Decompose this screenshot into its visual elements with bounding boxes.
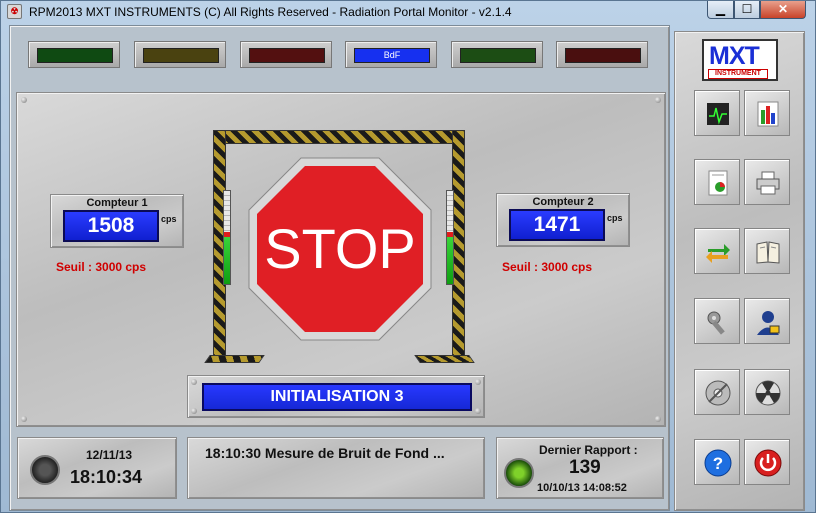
close-button[interactable]: ✕ <box>760 1 806 19</box>
message-text: 18:10:30 Mesure de Bruit de Fond ... <box>205 445 445 461</box>
stop-text: STOP <box>264 217 415 280</box>
logo-line-2: INSTRUMENT <box>708 69 768 79</box>
minimize-button[interactable]: ▁ <box>707 1 734 19</box>
screw <box>655 416 661 422</box>
book-icon <box>756 241 780 264</box>
indicator-lamp-5 <box>460 48 536 63</box>
counter-1-threshold: Seuil : 3000 cps <box>56 260 147 274</box>
report-panel: Dernier Rapport : 139 10/10/13 14:08:52 <box>496 437 664 499</box>
clock-time: 18:10:34 <box>70 467 143 487</box>
title-bar: ☢ RPM2013 MXT INSTRUMENTS (C) All Rights… <box>1 1 816 23</box>
clock-date: 12/11/13 <box>86 448 133 462</box>
indicator-lamp-2 <box>143 48 219 63</box>
radiation-source-icon <box>755 380 781 406</box>
pie-report-button[interactable] <box>694 159 740 205</box>
clock-panel: 12/11/13 18:10:34 <box>17 437 177 499</box>
counter-2-unit: cps <box>607 213 623 223</box>
pie-report-icon <box>708 170 728 196</box>
counter-2-title: Compteur 2 <box>532 196 594 208</box>
svg-text:?: ? <box>713 454 723 473</box>
radiation-icon[interactable] <box>504 458 534 488</box>
report-datetime: 10/10/13 14:08:52 <box>537 482 627 494</box>
printer-icon <box>756 171 780 195</box>
counter-1-title: Compteur 1 <box>86 197 148 209</box>
help-button[interactable]: ? <box>694 439 740 485</box>
portal-left-foot <box>204 355 265 363</box>
settings-tools-icon <box>707 311 725 335</box>
screw <box>475 379 481 385</box>
power-icon <box>754 449 782 477</box>
right-level-bar <box>446 190 454 285</box>
left-level-bar <box>223 190 231 285</box>
report-title: Dernier Rapport : <box>539 443 638 457</box>
sync-arrows-icon <box>706 244 730 263</box>
right-level-fill <box>447 237 453 284</box>
app-icon[interactable]: ☢ <box>7 4 22 19</box>
counter-2-value: 1471 <box>509 209 605 241</box>
message-panel: 18:10:30 Mesure de Bruit de Fond ... <box>187 437 485 499</box>
help-icon: ? <box>704 449 732 477</box>
maximize-button[interactable]: ☐ <box>734 1 760 19</box>
indicator-1 <box>28 41 120 68</box>
operator-user-icon <box>757 311 780 335</box>
stop-sign-icon: STOP <box>248 157 432 341</box>
report-count: 139 <box>569 457 601 478</box>
status-plate: INITIALISATION 3 <box>187 375 485 418</box>
left-level-marker <box>224 232 230 237</box>
radiation-source-button[interactable] <box>744 369 790 415</box>
settings-button[interactable] <box>694 298 740 344</box>
print-button[interactable] <box>744 159 790 205</box>
indicator-lamp-3 <box>249 48 325 63</box>
counter-2-threshold: Seuil : 3000 cps <box>502 260 593 274</box>
indicator-bdf: BdF <box>345 41 437 68</box>
logo-line-1: MXT <box>709 42 760 70</box>
status-display: INITIALISATION 3 <box>202 383 472 411</box>
monitor-icon <box>707 103 729 125</box>
sync-button[interactable] <box>694 228 740 274</box>
window-title: RPM2013 MXT INSTRUMENTS (C) All Rights R… <box>29 5 512 19</box>
monitor-button[interactable] <box>694 90 740 136</box>
indicator-lamp-6 <box>565 48 641 63</box>
right-level-marker <box>447 232 453 237</box>
operator-button[interactable] <box>744 298 790 344</box>
counter-1-value: 1508 <box>63 210 159 242</box>
manual-button[interactable] <box>744 228 790 274</box>
power-button[interactable] <box>744 439 790 485</box>
screw <box>21 416 27 422</box>
disc-no-icon <box>705 380 731 406</box>
indicator-lamp-bdf: BdF <box>354 48 430 63</box>
screw <box>655 97 661 103</box>
bar-chart-button[interactable] <box>744 90 790 136</box>
app-window: ☢ RPM2013 MXT INSTRUMENTS (C) All Rights… <box>0 0 816 513</box>
disc-button[interactable] <box>694 369 740 415</box>
screw <box>191 408 197 414</box>
status-dial-icon <box>30 455 60 485</box>
counter-2-panel: Compteur 2 1471 cps <box>496 193 630 247</box>
screw <box>191 379 197 385</box>
screw <box>475 408 481 414</box>
left-level-fill <box>224 237 230 284</box>
indicator-2 <box>134 41 226 68</box>
indicator-lamp-1 <box>37 48 113 63</box>
screw <box>21 97 27 103</box>
counter-1-panel: Compteur 1 1508 cps <box>50 194 184 248</box>
indicator-3 <box>240 41 332 68</box>
counter-1-unit: cps <box>161 214 177 224</box>
bar-chart-icon <box>757 101 779 127</box>
indicator-6 <box>556 41 648 68</box>
portal-top-beam <box>213 130 465 144</box>
indicator-5 <box>451 41 543 68</box>
portal-right-foot <box>414 355 475 363</box>
mxt-logo: MXT INSTRUMENT <box>702 39 778 81</box>
